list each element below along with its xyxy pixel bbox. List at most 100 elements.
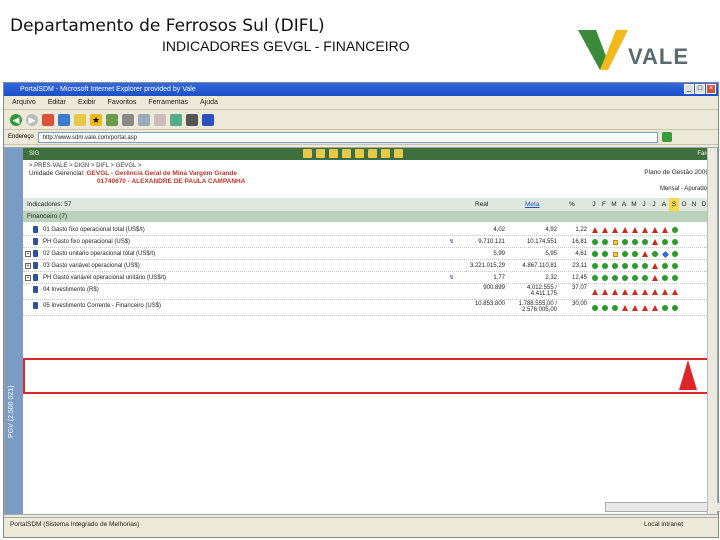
- menu-edit[interactable]: Editar: [48, 96, 66, 109]
- go-button[interactable]: [661, 132, 672, 142]
- nav-icon-5[interactable]: [355, 149, 364, 158]
- expand-icon[interactable]: +: [25, 275, 31, 281]
- indicator-label[interactable]: 05 Investimento Corrente - Financeiro (U…: [43, 303, 161, 309]
- indicator-row[interactable]: 01 Gasto fixo operacional total (US$/t) 4…: [23, 224, 717, 236]
- breadcrumb[interactable]: > PRES-VALE > DIGN > DIFL > GEVGL >: [23, 160, 717, 169]
- green-circle-icon: [590, 304, 600, 312]
- indicator-label[interactable]: 04 Investimento (R$): [43, 287, 99, 293]
- minimize-button[interactable]: _: [684, 84, 694, 94]
- indicators-count[interactable]: Indicadores: 57: [27, 201, 71, 208]
- indicator-row[interactable]: +02 Gasto unitário operacional total (US…: [23, 248, 717, 260]
- stop-icon[interactable]: [42, 113, 54, 126]
- pin-icon[interactable]: [33, 238, 38, 245]
- menu-file[interactable]: Arquivo: [12, 96, 36, 109]
- edit-icon[interactable]: [186, 113, 198, 126]
- back-icon[interactable]: ◀: [10, 113, 22, 126]
- indicator-label[interactable]: 02 Gasto unitário operacional total (US$…: [43, 251, 155, 257]
- nav-label[interactable]: SIG: [29, 151, 39, 157]
- red-triangle-icon: [640, 288, 650, 296]
- nav-icon-4[interactable]: [342, 149, 351, 158]
- red-triangle-icon: [670, 288, 680, 296]
- refresh-icon[interactable]: [58, 113, 70, 126]
- history-icon[interactable]: [106, 113, 118, 126]
- group-label[interactable]: Financeiro (7): [27, 213, 67, 220]
- red-triangle-icon-shape: [632, 305, 638, 311]
- month-label: J: [592, 201, 596, 208]
- green-circle-icon: [660, 262, 670, 270]
- menu-favorites[interactable]: Favoritos: [108, 96, 137, 109]
- red-triangle-icon-shape: [622, 289, 628, 295]
- red-triangle-icon-shape: [652, 289, 658, 295]
- nav-icon-3[interactable]: [329, 149, 338, 158]
- close-button[interactable]: ×: [706, 84, 716, 94]
- nav-icon-2[interactable]: [316, 149, 325, 158]
- red-triangle-icon-shape: [652, 275, 658, 281]
- unit-name: GEVGL - Gerência Geral de Mina Vargem Gr…: [86, 170, 237, 177]
- green-circle-icon-shape: [662, 263, 668, 269]
- nav-icon-8[interactable]: [394, 149, 403, 158]
- month-label: N: [691, 201, 697, 208]
- green-circle-icon: [670, 262, 680, 270]
- indicator-label[interactable]: PH Gasto variável operacional unitário (…: [43, 275, 166, 281]
- red-triangle-icon-shape: [652, 227, 658, 233]
- col-meta[interactable]: Meta: [525, 198, 539, 211]
- indicator-row[interactable]: 04 Investimento (R$) 900.899 4.012.555 / 4…: [23, 284, 717, 300]
- nav-icons: [303, 149, 403, 158]
- nav-icon-7[interactable]: [381, 149, 390, 158]
- green-circle-icon: [630, 262, 640, 270]
- green-circle-icon-shape: [592, 305, 598, 311]
- maximize-button[interactable]: □: [695, 84, 705, 94]
- green-circle-icon-shape: [672, 305, 678, 311]
- horizontal-scrollbar[interactable]: [605, 502, 720, 512]
- nav-icon-1[interactable]: [303, 149, 312, 158]
- pin-icon[interactable]: [33, 250, 38, 257]
- menu-help[interactable]: Ajuda: [200, 96, 218, 109]
- value-pct: 37,07: [571, 285, 587, 291]
- favorites-icon[interactable]: ★: [90, 113, 102, 126]
- copy-icon[interactable]: [138, 113, 150, 126]
- red-triangle-icon: [650, 304, 660, 312]
- green-circle-icon-shape: [602, 275, 608, 281]
- status-bar: PortalSDM (Sistema Integrado de Melhoria…: [4, 517, 718, 531]
- vertical-scrollbar[interactable]: [707, 148, 717, 514]
- green-circle-icon: [670, 250, 680, 258]
- green-circle-icon-shape: [612, 263, 618, 269]
- expand-icon[interactable]: +: [25, 263, 31, 269]
- indicator-row[interactable]: + PH Gasto variável operacional unitário …: [23, 272, 717, 284]
- red-triangle-icon-shape: [602, 227, 608, 233]
- pin-icon[interactable]: [33, 274, 38, 281]
- pin-icon[interactable]: [33, 302, 38, 309]
- red-triangle-icon-shape: [622, 227, 628, 233]
- nav-icon-6[interactable]: [368, 149, 377, 158]
- menu-tools[interactable]: Ferramentas: [148, 96, 188, 109]
- slide-subtitle: INDICADORES GEVGL - FINANCEIRO: [162, 38, 410, 54]
- expand-icon[interactable]: +: [25, 251, 31, 257]
- value-pct: 16,81: [571, 239, 587, 245]
- status-marks: [590, 274, 680, 282]
- month-label: J: [642, 201, 646, 208]
- green-circle-icon: [620, 250, 630, 258]
- indicator-label[interactable]: PH Gasto fixo operacional (US$): [43, 239, 130, 245]
- pin-icon[interactable]: [33, 226, 38, 233]
- print-icon[interactable]: [170, 113, 182, 126]
- green-circle-icon-shape: [612, 305, 618, 311]
- red-triangle-icon: [600, 288, 610, 296]
- col-real: Real: [475, 201, 489, 208]
- indicator-label[interactable]: 03 Gasto variável operacional (US$): [43, 263, 140, 269]
- red-triangle-icon: [650, 226, 660, 234]
- paste-icon[interactable]: [154, 113, 166, 126]
- indicator-row[interactable]: +03 Gasto variável operacional (US$) 3.22…: [23, 260, 717, 272]
- indicator-row[interactable]: PH Gasto fixo operacional (US$) ↯ 9.710.12…: [23, 236, 717, 248]
- indicator-label[interactable]: 01 Gasto fixo operacional total (US$/t): [43, 227, 145, 233]
- cut-icon[interactable]: [122, 113, 134, 126]
- green-circle-icon: [600, 304, 610, 312]
- home-icon[interactable]: [74, 113, 86, 126]
- indicator-row[interactable]: 05 Investimento Corrente - Financeiro (U…: [23, 300, 717, 316]
- bluetooth-icon[interactable]: [202, 113, 214, 126]
- pin-icon[interactable]: [33, 262, 38, 269]
- pin-icon[interactable]: [33, 286, 38, 293]
- forward-icon[interactable]: ▶: [26, 113, 38, 126]
- menu-view[interactable]: Exibir: [78, 96, 96, 109]
- address-input[interactable]: http://www.sdm.vale.com/portal.asp: [37, 131, 658, 143]
- red-triangle-icon-shape: [652, 305, 658, 311]
